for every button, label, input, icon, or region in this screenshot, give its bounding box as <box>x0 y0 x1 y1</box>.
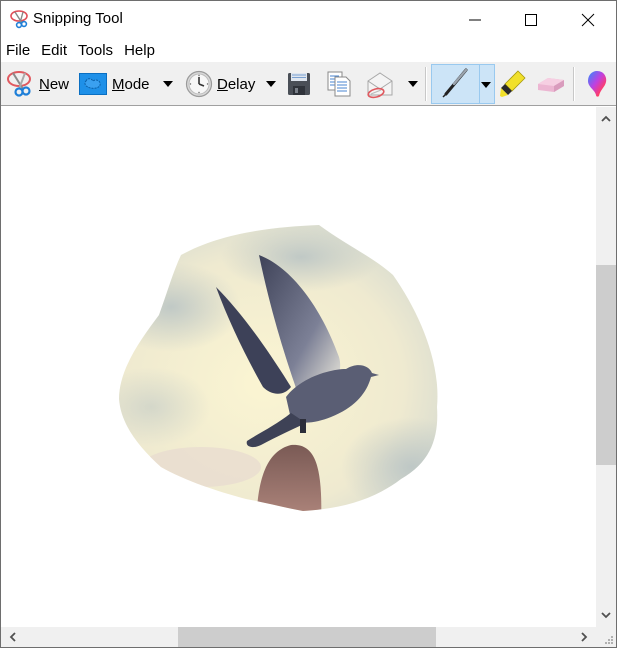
new-label: New <box>39 75 70 93</box>
pen-split-divider <box>479 65 480 103</box>
toolbar: New Mode Delay <box>1 62 616 106</box>
menu-file[interactable]: File <box>6 42 30 59</box>
menu-edit[interactable]: Edit <box>41 42 67 59</box>
close-button[interactable] <box>565 1 611 38</box>
minimize-button[interactable] <box>452 1 498 38</box>
chevron-down-icon <box>601 612 611 619</box>
menu-tools[interactable]: Tools <box>78 42 113 59</box>
edit-with-paint-3d-button[interactable] <box>585 62 609 106</box>
menu-help[interactable]: Help <box>124 42 155 59</box>
vertical-scroll-thumb[interactable] <box>596 265 616 465</box>
scroll-left-button[interactable] <box>3 627 23 647</box>
maximize-button[interactable] <box>508 1 554 38</box>
copy-button[interactable] <box>326 62 352 106</box>
mode-button[interactable]: Mode <box>79 62 150 106</box>
chevron-up-icon <box>601 115 611 122</box>
new-snip-button[interactable]: New <box>5 62 69 106</box>
toolbar-separator <box>425 67 427 101</box>
scroll-right-button[interactable] <box>574 627 594 647</box>
scroll-up-button[interactable] <box>596 109 616 129</box>
maximize-icon <box>525 13 537 26</box>
snip-canvas <box>1 107 596 627</box>
floppy-disk-icon <box>288 73 310 95</box>
scissors-icon <box>7 71 31 97</box>
pen-button[interactable] <box>436 63 474 103</box>
toolbar-separator <box>573 67 575 101</box>
send-dropdown-arrow[interactable] <box>408 81 418 87</box>
snipping-tool-window: Snipping Tool File Edit Tools Help New M… <box>0 0 617 648</box>
paint-3d-icon <box>588 71 607 97</box>
free-form-snip-icon <box>79 73 107 95</box>
eraser-icon <box>538 78 564 92</box>
horizontal-scrollbar[interactable] <box>1 627 596 647</box>
delay-dropdown-arrow[interactable] <box>266 81 276 87</box>
vertical-scrollbar[interactable] <box>596 107 616 627</box>
pen-dropdown-arrow[interactable] <box>481 82 491 88</box>
captured-snip-image <box>119 225 438 511</box>
scroll-down-button[interactable] <box>596 605 616 625</box>
send-snip-button[interactable] <box>365 62 395 106</box>
save-button[interactable] <box>287 62 311 106</box>
menu-bar: File Edit Tools Help <box>1 38 616 62</box>
close-icon <box>581 13 595 26</box>
eraser-button[interactable] <box>536 62 566 106</box>
resize-grip-icon <box>605 636 613 644</box>
chevron-right-icon <box>581 632 588 642</box>
horizontal-scroll-thumb[interactable] <box>178 627 436 647</box>
pen-icon <box>442 68 468 98</box>
resize-grip[interactable] <box>596 627 616 647</box>
title-bar: Snipping Tool <box>1 1 616 38</box>
highlighter-button[interactable] <box>498 62 528 106</box>
minimize-icon <box>469 19 481 20</box>
copy-icon <box>327 71 351 97</box>
highlighter-icon <box>500 70 526 97</box>
mode-label: Mode <box>112 75 150 93</box>
snipping-tool-app-icon <box>9 9 31 29</box>
delay-button[interactable]: Delay <box>185 62 255 106</box>
clock-icon <box>185 70 213 98</box>
delay-label: Delay <box>217 75 256 93</box>
mode-dropdown-arrow[interactable] <box>163 81 173 87</box>
envelope-icon <box>367 72 393 99</box>
chevron-left-icon <box>9 632 16 642</box>
pen-tool-group <box>431 64 495 104</box>
snip-content <box>119 225 438 511</box>
window-title: Snipping Tool <box>33 10 123 27</box>
